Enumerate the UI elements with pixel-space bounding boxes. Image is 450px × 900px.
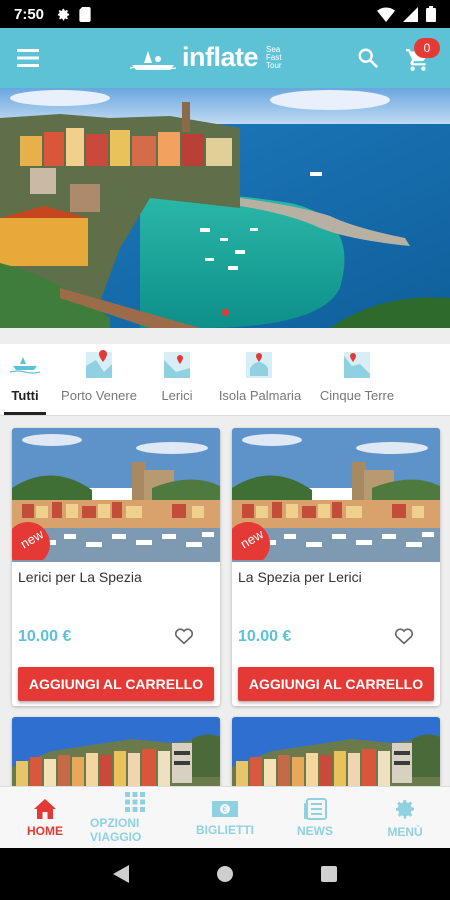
- home-circle-icon[interactable]: [216, 865, 234, 883]
- product-price: 10.00 €: [18, 628, 72, 645]
- tab-tutti[interactable]: Tutti: [0, 344, 50, 415]
- search-button[interactable]: [352, 42, 384, 74]
- gear-icon: [396, 799, 414, 819]
- tab-isola-palmaria[interactable]: Isola Palmaria: [206, 344, 314, 415]
- nav-label: HOME: [27, 823, 63, 838]
- product-card[interactable]: new La Spezia per Lerici 10.00 € AGGIUNG…: [232, 428, 440, 706]
- nav-label: OPZIONI VIAGGIO: [90, 815, 142, 844]
- search-icon: [358, 48, 379, 69]
- status-time: 7:50: [14, 5, 45, 23]
- sd-card-icon: [79, 6, 91, 22]
- battery-icon: [426, 6, 436, 22]
- tab-label: Lerici: [161, 388, 193, 403]
- boat-icon: [10, 357, 40, 374]
- active-tab-indicator: [4, 412, 46, 415]
- menu-icon: [17, 49, 39, 67]
- hamburger-menu-button[interactable]: [0, 28, 56, 88]
- bottom-navigation: HOME OPZIONI VIAGGIO € BIGLIETTI NEWS ME…: [0, 786, 450, 848]
- tab-label: Cinque Terre: [319, 388, 395, 403]
- add-to-cart-button[interactable]: AGGIUNGI AL CARRELLO: [238, 667, 434, 701]
- logo-tagline: Sea Fast Tour: [266, 45, 282, 70]
- signal-icon: [403, 6, 418, 22]
- new-badge: new: [12, 522, 50, 560]
- tab-label: Tutti: [11, 388, 39, 403]
- map-pin-icon: [86, 350, 112, 378]
- tab-label: Porto Venere: [61, 388, 137, 403]
- ticket-icon: €: [212, 800, 238, 817]
- carousel-dot-active[interactable]: [221, 309, 229, 316]
- hero-landscape-illustration: [0, 88, 450, 328]
- new-badge: new: [232, 522, 270, 560]
- product-title[interactable]: Lerici per La Spezia: [18, 569, 142, 585]
- logo-text: inflate: [182, 42, 259, 72]
- nav-news[interactable]: NEWS: [270, 787, 360, 848]
- system-navigation-bar: [0, 848, 450, 900]
- portovenere-photo: [12, 717, 220, 797]
- app-screen: 7:50 inflate Sea Fast Tour 0 Tutti Porto…: [0, 0, 450, 900]
- heart-outline-icon: [174, 628, 194, 645]
- home-icon: [34, 798, 56, 819]
- app-bar: inflate Sea Fast Tour: [0, 28, 450, 88]
- product-title[interactable]: La Spezia per Lerici: [238, 569, 362, 585]
- tab-porto-venere[interactable]: Porto Venere: [50, 344, 148, 415]
- favorite-button[interactable]: [392, 624, 416, 648]
- svg-text:€: €: [223, 805, 228, 814]
- product-image[interactable]: new: [12, 428, 220, 562]
- app-logo: inflate Sea Fast Tour: [130, 42, 282, 73]
- hero-carousel-indicator: [0, 309, 450, 316]
- nav-label: BIGLIETTI: [196, 822, 254, 837]
- add-to-cart-button[interactable]: AGGIUNGI AL CARRELLO: [18, 667, 214, 701]
- news-icon: [304, 797, 327, 820]
- logo-tag-tour: Tour: [266, 60, 282, 70]
- favorite-button[interactable]: [172, 624, 196, 648]
- heart-outline-icon: [394, 628, 414, 645]
- nav-travel-options[interactable]: OPZIONI VIAGGIO: [90, 787, 180, 848]
- product-card-partial[interactable]: [232, 717, 440, 797]
- map-pin-icon: [164, 352, 190, 378]
- recents-icon[interactable]: [320, 866, 337, 882]
- nav-home[interactable]: HOME: [0, 787, 90, 848]
- wifi-icon: [377, 7, 395, 22]
- tab-cinque-terre[interactable]: Cinque Terre: [314, 344, 400, 415]
- status-bar: 7:50: [0, 0, 450, 28]
- back-icon[interactable]: [113, 865, 130, 883]
- nav-menu[interactable]: MENÙ: [360, 787, 450, 848]
- tab-lerici[interactable]: Lerici: [148, 344, 206, 415]
- nav-label: NEWS: [297, 823, 333, 838]
- product-card[interactable]: new Lerici per La Spezia 10.00 € AGGIUNG…: [12, 428, 220, 706]
- portovenere-photo: [232, 717, 440, 797]
- hero-banner-image[interactable]: [0, 88, 450, 328]
- destination-tabs: Tutti Porto Venere Lerici Isola Palmaria: [0, 344, 450, 416]
- product-card-partial[interactable]: [12, 717, 220, 797]
- grid-icon: [125, 791, 145, 812]
- map-pin-icon: [246, 352, 272, 378]
- map-pin-icon: [344, 352, 370, 378]
- nav-tickets[interactable]: € BIGLIETTI: [180, 787, 270, 848]
- product-price: 10.00 €: [238, 628, 292, 645]
- product-image[interactable]: new: [232, 428, 440, 562]
- nav-label: MENÙ: [387, 824, 423, 839]
- boat-logo-icon: [130, 50, 176, 70]
- tab-label: Isola Palmaria: [218, 388, 302, 403]
- cart-count-badge: 0: [414, 38, 440, 58]
- settings-status-icon: [57, 8, 70, 20]
